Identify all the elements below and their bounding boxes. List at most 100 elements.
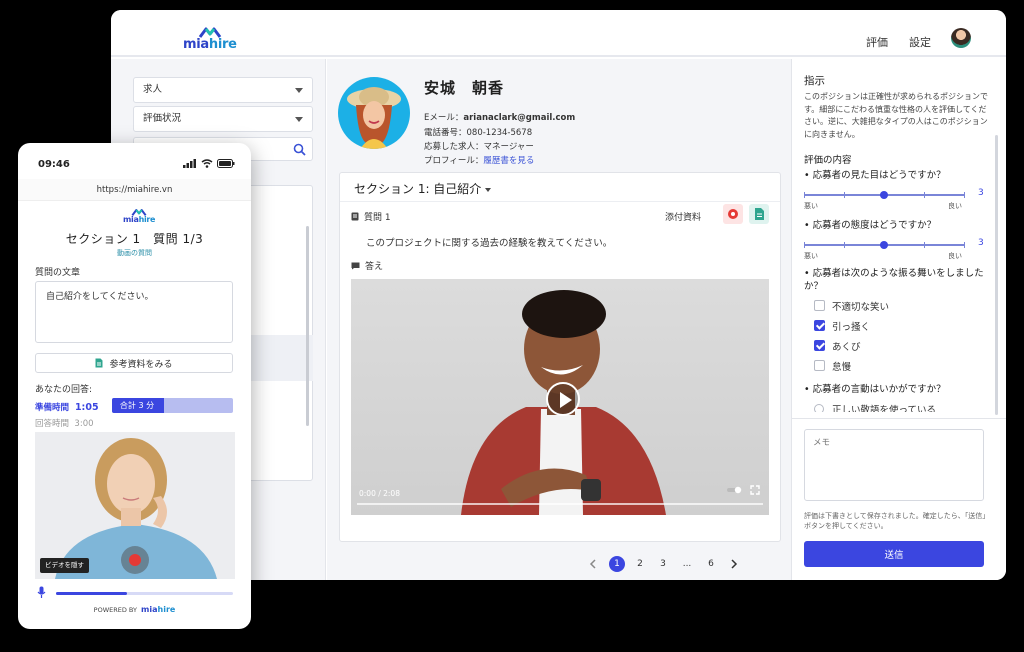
memo-input[interactable] — [804, 429, 984, 501]
logo-text: miahire — [141, 605, 176, 614]
page-2[interactable]: 2 — [632, 556, 648, 572]
document-icon — [351, 212, 359, 221]
chevron-left-icon[interactable] — [589, 559, 597, 569]
prep-time: 準備時間 1:05 — [35, 402, 99, 413]
toggle-icon[interactable] — [727, 486, 743, 494]
option-label: 引っ掻く — [832, 322, 871, 333]
question-label: 質問 1 — [351, 210, 391, 223]
logo-text: miahire — [183, 37, 237, 52]
nav-settings[interactable]: 設定 — [909, 34, 931, 50]
checkbox-option-2[interactable] — [814, 320, 825, 331]
fullscreen-icon[interactable] — [750, 485, 760, 495]
file-icon — [755, 208, 764, 220]
mic-level-bar — [56, 592, 233, 595]
answer-label: 答え — [351, 259, 383, 272]
appearance-slider[interactable] — [804, 191, 965, 199]
eval-question-behavior: • 応募者は次のような振る舞いをしましたか？ — [804, 268, 984, 292]
slider-tick — [844, 242, 845, 248]
resume-link[interactable]: 履歴書を見る — [483, 156, 534, 166]
scale-low-label: 悪い — [804, 202, 818, 210]
slider-tick — [924, 242, 925, 248]
wifi-icon — [201, 159, 213, 168]
microphone-icon — [37, 586, 46, 598]
job-select[interactable]: 求人 — [133, 77, 313, 103]
chevron-down-icon — [295, 88, 303, 93]
page-6[interactable]: 6 — [703, 556, 719, 572]
file-icon — [95, 358, 103, 368]
status-time: 09:46 — [38, 159, 70, 170]
checkbox-option-3[interactable] — [814, 340, 825, 351]
section-card: セクション 1: 自己紹介 質問 1 添付資料 このプロジェクトに関する過去の経… — [339, 172, 781, 542]
slider-tick — [804, 242, 805, 248]
chevron-down-icon — [485, 187, 492, 192]
candidate-photo — [338, 77, 410, 149]
radio-option[interactable] — [814, 404, 824, 412]
checkbox-option-4[interactable] — [814, 360, 825, 371]
evaluation-title: 評価の内容 — [804, 155, 852, 166]
question-type-badge: 動画の質問 — [117, 249, 152, 257]
candidate-job: 応募した求人：マネージャー — [424, 142, 534, 152]
video-progress-bar[interactable] — [357, 503, 763, 505]
nav-evaluate[interactable]: 評価 — [866, 34, 888, 50]
answer-video[interactable]: 0:00 / 2:08 — [351, 279, 769, 515]
eval-question-speech: • 応募者の言動はいかがですか？ — [804, 384, 946, 395]
option-label: 怠慢 — [832, 362, 852, 373]
panel-scrollbar[interactable] — [995, 135, 998, 415]
slider-tick — [844, 192, 845, 198]
status-select-value: 評価状況 — [143, 113, 182, 124]
list-scrollbar[interactable] — [306, 226, 309, 426]
status-icons — [183, 159, 235, 168]
chat-icon — [351, 262, 360, 269]
divider — [340, 201, 780, 202]
attitude-value: 3 — [978, 238, 984, 248]
candidate-name: 安城 朝香 — [424, 79, 505, 97]
status-select[interactable]: 評価状況 — [133, 106, 313, 132]
main-content: 安城 朝香 Eメール：arianaclark@gmail.com 電話番号：08… — [327, 59, 791, 580]
phone-section-title: セクション 1 質問 1/3 — [65, 232, 204, 246]
slider-tick — [964, 242, 965, 248]
slider-handle[interactable] — [880, 191, 888, 199]
option-label: 正しい敬語を使っている — [832, 405, 937, 412]
phone-window: 09:46 https://miahire.vn miahire セクション 1… — [18, 143, 251, 629]
chevron-right-icon[interactable] — [730, 559, 738, 569]
question-text-box: 自己紹介をしてください。 — [35, 281, 233, 343]
scale-high-label: 良い — [948, 252, 962, 260]
scale-high-label: 良い — [948, 202, 962, 210]
file-attachment-button[interactable] — [749, 204, 769, 224]
hide-video-button[interactable]: ビデオを隠す — [40, 558, 89, 573]
page-1[interactable]: 1 — [609, 556, 625, 572]
divider — [792, 418, 1006, 419]
send-button[interactable]: 送信 — [804, 541, 984, 567]
video-time: 0:00 / 2:08 — [359, 489, 400, 498]
speech-option-clip: 正しい敬語を使っている — [814, 401, 984, 412]
address-bar[interactable]: https://miahire.vn — [18, 179, 251, 201]
slider-tick — [924, 192, 925, 198]
option-label: あくび — [832, 342, 861, 353]
page-ellipsis: ... — [682, 559, 692, 569]
instructions-text: このポジションは正確性が求められるポジションです。細部にこだわる慎重な性格の人を… — [804, 92, 988, 139]
battery-icon — [217, 159, 235, 168]
question-text-label: 質問の文章 — [35, 268, 81, 278]
slider-tick — [964, 192, 965, 198]
search-icon[interactable] — [293, 143, 306, 156]
attachments-label: 添付資料 — [665, 213, 702, 223]
appearance-value: 3 — [978, 188, 984, 198]
candidate-profile: プロフィール：履歴書を見る — [424, 156, 535, 166]
chevron-down-icon — [295, 117, 303, 122]
user-avatar[interactable] — [951, 28, 971, 48]
mic-level-fill — [56, 592, 127, 595]
play-button[interactable] — [546, 382, 580, 416]
top-bar: miahire 評価 設定 — [111, 10, 1006, 57]
instructions-title: 指示 — [804, 75, 825, 87]
slider-handle[interactable] — [880, 241, 888, 249]
miahire-logo[interactable]: miahire — [183, 26, 237, 51]
section-dropdown[interactable]: セクション 1: 自己紹介 — [354, 180, 492, 197]
video-attachment-button[interactable] — [723, 204, 743, 224]
reference-button[interactable]: 参考資料をみる — [35, 353, 233, 373]
page-3[interactable]: 3 — [655, 556, 671, 572]
record-button[interactable] — [121, 546, 149, 574]
checkbox-option-1[interactable] — [814, 300, 825, 311]
candidate-photo-art — [347, 87, 401, 149]
attitude-slider[interactable] — [804, 241, 965, 249]
question-text: このプロジェクトに関する過去の経験を教えてください。 — [366, 238, 613, 249]
